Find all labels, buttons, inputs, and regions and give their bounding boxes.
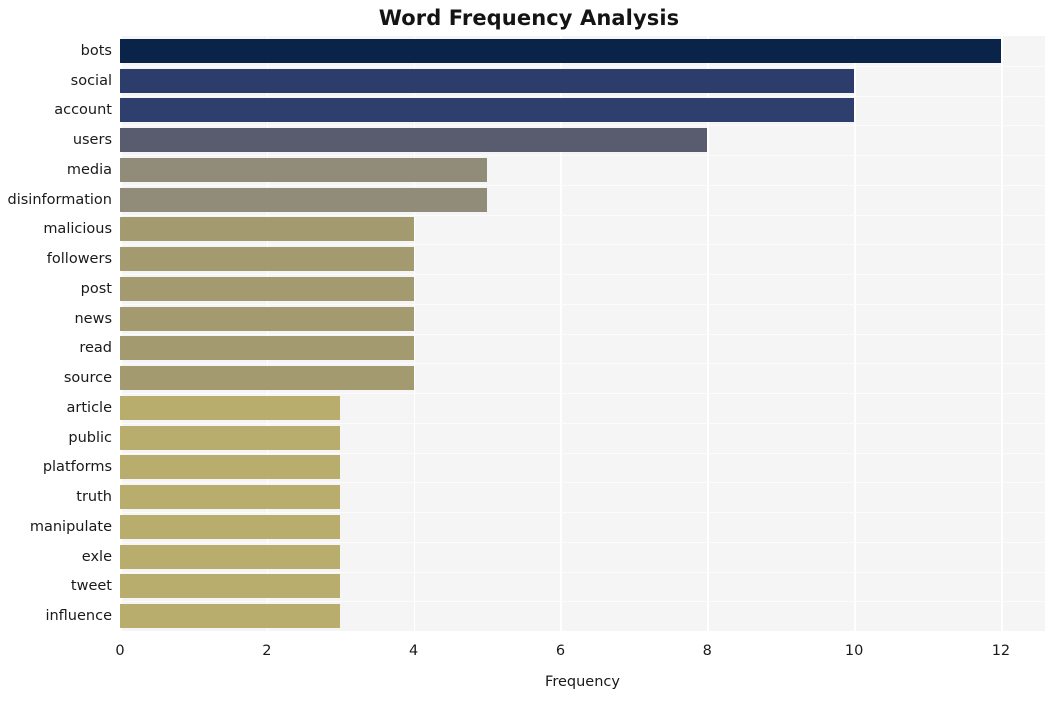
x-tick-label: 8 (702, 643, 712, 659)
x-axis-label: Frequency (545, 674, 620, 690)
y-tick-label: social (70, 72, 112, 89)
bar (120, 455, 341, 480)
y-tick-label: read (79, 340, 112, 357)
y-tick-label: media (66, 161, 112, 178)
bar (120, 157, 488, 182)
y-tick-label: account (54, 102, 112, 119)
y-tick-label: news (74, 310, 112, 327)
y-tick-label: manipulate (29, 518, 112, 535)
bar-row (120, 574, 1045, 599)
x-tick-label: 4 (409, 643, 419, 659)
bar (120, 306, 414, 331)
bar-row (120, 514, 1045, 539)
bar (120, 366, 414, 391)
bar-row (120, 544, 1045, 569)
bar (120, 514, 341, 539)
bar-row (120, 395, 1045, 420)
bar (120, 395, 341, 420)
bar-row (120, 247, 1045, 272)
y-tick-label: post (80, 280, 112, 297)
bar (120, 38, 1001, 63)
bar-row (120, 68, 1045, 93)
bar-row (120, 276, 1045, 301)
bar-row (120, 604, 1045, 629)
y-tick-label: truth (76, 489, 112, 506)
bar (120, 604, 341, 629)
bar (120, 425, 341, 450)
bar (120, 544, 341, 569)
bar-row (120, 425, 1045, 450)
x-tick-label: 6 (555, 643, 566, 659)
bar-row (120, 306, 1045, 331)
y-tick-label: exle (81, 548, 112, 565)
y-tick-label: disinformation (7, 191, 112, 208)
bar-series (120, 36, 1045, 631)
y-tick-label: platforms (42, 459, 112, 476)
x-tick-label: 0 (115, 643, 125, 659)
bar (120, 247, 414, 272)
bar (120, 574, 341, 599)
bar (120, 336, 414, 361)
bar-row (120, 128, 1045, 153)
bar-row (120, 98, 1045, 123)
bar-row (120, 336, 1045, 361)
x-tick-label: 10 (844, 643, 864, 659)
bar-row (120, 485, 1045, 510)
bar-row (120, 366, 1045, 391)
y-tick-label: article (66, 399, 112, 416)
bar (120, 98, 855, 123)
y-tick-label: users (72, 132, 112, 149)
y-axis: bots social account users media disinformatio… (0, 36, 112, 631)
bar-row (120, 157, 1045, 182)
y-tick-label: malicious (43, 221, 112, 238)
page-title: Word Frequency Analysis (378, 6, 680, 30)
chart-figure: Word Frequency Analysis bots social accoun… (0, 0, 1058, 701)
y-tick-label: followers (46, 251, 112, 268)
y-tick-label: source (63, 370, 112, 387)
bar (120, 276, 414, 301)
bar (120, 128, 708, 153)
bar (120, 485, 341, 510)
x-tick-label: 12 (991, 643, 1011, 659)
plot-area (120, 36, 1045, 631)
bar-row (120, 38, 1045, 63)
x-tick-label: 2 (262, 643, 272, 659)
y-tick-label: influence (45, 608, 112, 625)
y-tick-label: tweet (70, 578, 112, 595)
bar (120, 68, 855, 93)
bar-row (120, 217, 1045, 242)
bar (120, 187, 488, 212)
bar-row (120, 187, 1045, 212)
x-axis: 0 2 4 6 8 10 12 (115, 631, 1045, 671)
y-tick-label: bots (80, 42, 112, 59)
bar (120, 217, 414, 242)
bar-row (120, 455, 1045, 480)
y-tick-label: public (68, 429, 112, 446)
